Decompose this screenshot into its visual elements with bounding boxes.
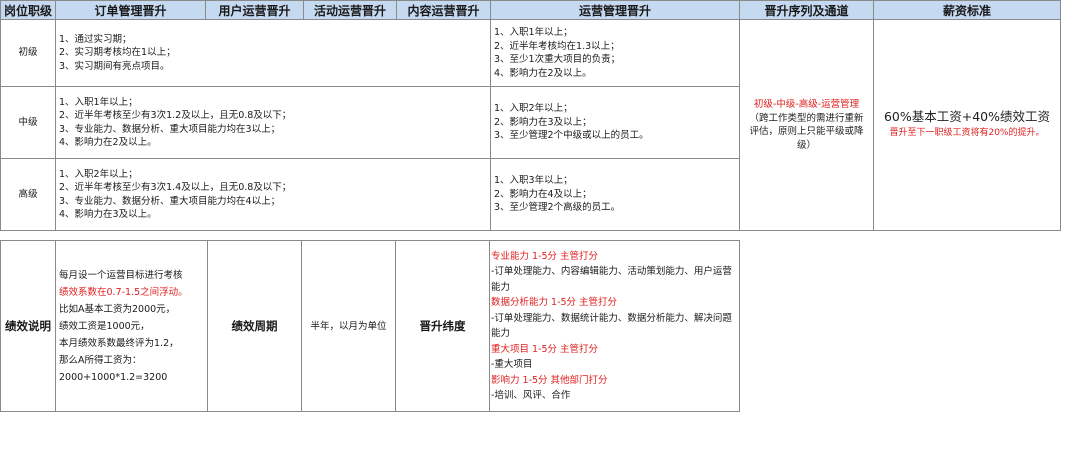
requirements-cell: 1、入职1年以上； 2、近半年考核至少有3次1.2及以上，且无0.8及以下； 3… (55, 86, 491, 159)
row-junior: 初级 1、通过实习期； 2、实习期考核均在1以上； 3、实习期间有亮点项目。 1… (0, 19, 1061, 231)
salary-cell: 60%基本工资+40%绩效工资 晋升至下一职级工资将有20%的提升。 (873, 19, 1061, 231)
requirements-cell: 1、入职2年以上； 2、近半年考核至少有3次1.4及以上，且无0.8及以下； 3… (55, 158, 491, 231)
salary-main: 60%基本工资+40%绩效工资 (883, 109, 1051, 124)
header-content: 内容运营晋升 (396, 0, 491, 20)
level-cell: 高级 (0, 158, 56, 231)
path-note: （跨工作类型的需进行重新评估，原则上只能平级或降级） (749, 112, 864, 151)
promotion-path-cell: 初级-中级-高级-运营管理 （跨工作类型的需进行重新评估，原则上只能平级或降级） (739, 19, 874, 231)
performance-label: 绩效说明 (0, 240, 56, 412)
level-cell: 中级 (0, 86, 56, 159)
header-level: 岗位职级 (0, 0, 56, 20)
management-cell: 1、入职1年以上； 2、近半年考核均在1.3以上； 3、至少1次重大项目的负责；… (490, 19, 740, 87)
cycle-label: 绩效周期 (207, 240, 302, 412)
salary-sub: 晋升至下一职级工资将有20%的提升。 (889, 127, 1045, 138)
header-path: 晋升序列及通道 (739, 0, 874, 20)
dimensions-list: 专业能力 1-5分 主管打分 -订单处理能力、内容编辑能力、活动策划能力、用户运… (489, 240, 740, 412)
header-row: 岗位职级 订单管理晋升 用户运营晋升 活动运营晋升 内容运营晋升 运营管理晋升 … (0, 0, 1061, 20)
header-activity: 活动运营晋升 (303, 0, 397, 20)
header-salary: 薪资标准 (873, 0, 1061, 20)
header-user: 用户运营晋升 (205, 0, 304, 20)
performance-row: 绩效说明 每月设一个运营目标进行考核 绩效系数在0.7-1.5之间浮动。 比如A… (0, 240, 740, 412)
header-management: 运营管理晋升 (490, 0, 740, 20)
level-cell: 初级 (0, 19, 56, 87)
performance-table: 绩效说明 每月设一个运营目标进行考核 绩效系数在0.7-1.5之间浮动。 比如A… (0, 240, 740, 412)
dimensions-label: 晋升纬度 (395, 240, 490, 412)
header-order: 订单管理晋升 (55, 0, 206, 20)
performance-description: 每月设一个运营目标进行考核 绩效系数在0.7-1.5之间浮动。 比如A基本工资为… (55, 240, 208, 412)
path-title: 初级-中级-高级-运营管理 (753, 99, 860, 110)
management-cell: 1、入职3年以上； 2、影响力在4及以上； 3、至少管理2个高级的员工。 (490, 158, 740, 231)
requirements-cell: 1、通过实习期； 2、实习期考核均在1以上； 3、实习期间有亮点项目。 (55, 19, 491, 87)
management-cell: 1、入职2年以上； 2、影响力在3及以上； 3、至少管理2个中级或以上的员工。 (490, 86, 740, 159)
cycle-value: 半年，以月为单位 (301, 240, 396, 412)
promotion-table: 岗位职级 订单管理晋升 用户运营晋升 活动运营晋升 内容运营晋升 运营管理晋升 … (0, 0, 1061, 231)
